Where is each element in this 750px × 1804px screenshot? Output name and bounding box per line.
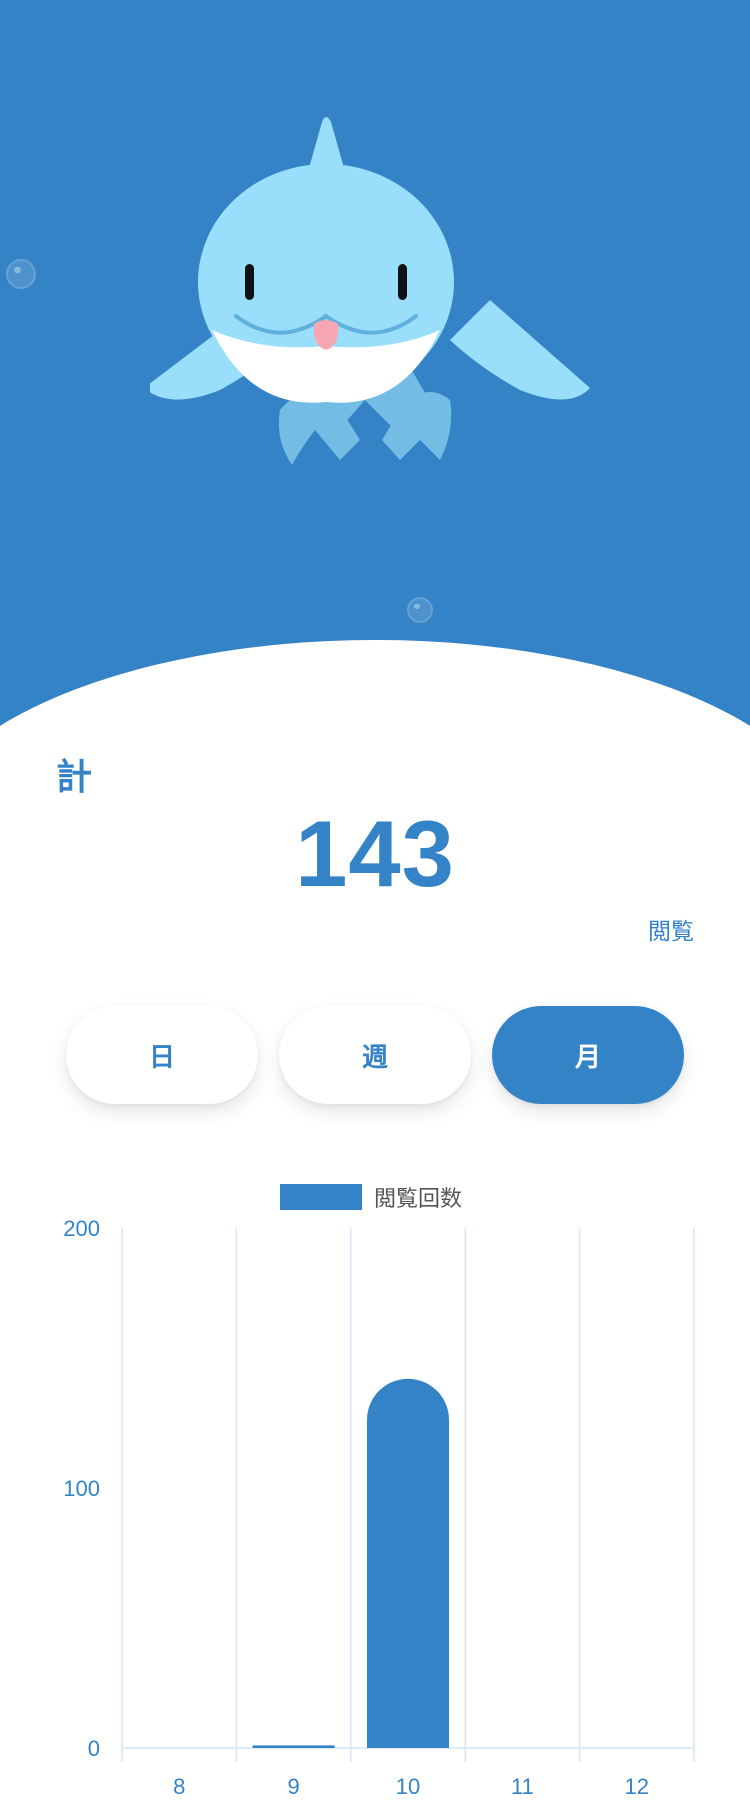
x-tick-label: 8 [173, 1774, 185, 1799]
hero-curve [0, 640, 750, 760]
tab-day[interactable]: 日 [66, 1006, 258, 1104]
x-tick-label: 11 [511, 1774, 534, 1799]
unit-label: 閲覧 [648, 919, 694, 945]
legend-label: 閲覧回数 [374, 1186, 462, 1211]
dolphin-illustration [150, 117, 590, 465]
tab-week[interactable]: 週 [279, 1006, 471, 1104]
y-tick-label: 200 [63, 1216, 100, 1241]
bar[interactable] [367, 1378, 449, 1748]
bubble-icon [407, 597, 433, 623]
views-bar-chart: 閲覧回数 0 100 200 8 9 10 11 12 [63, 1184, 695, 1799]
total-value: 143 [295, 801, 455, 906]
y-tick-label: 0 [88, 1736, 100, 1761]
y-tick-label: 100 [63, 1476, 100, 1501]
tab-month[interactable]: 月 [492, 1006, 684, 1104]
x-tick-label: 9 [287, 1774, 299, 1799]
hero-banner [0, 0, 750, 760]
legend-swatch [280, 1184, 362, 1210]
bubble-icon [6, 259, 36, 289]
total-label: 計 [56, 757, 93, 798]
bar[interactable] [252, 1745, 335, 1748]
x-tick-label: 12 [625, 1774, 649, 1799]
x-tick-label: 10 [396, 1774, 420, 1799]
